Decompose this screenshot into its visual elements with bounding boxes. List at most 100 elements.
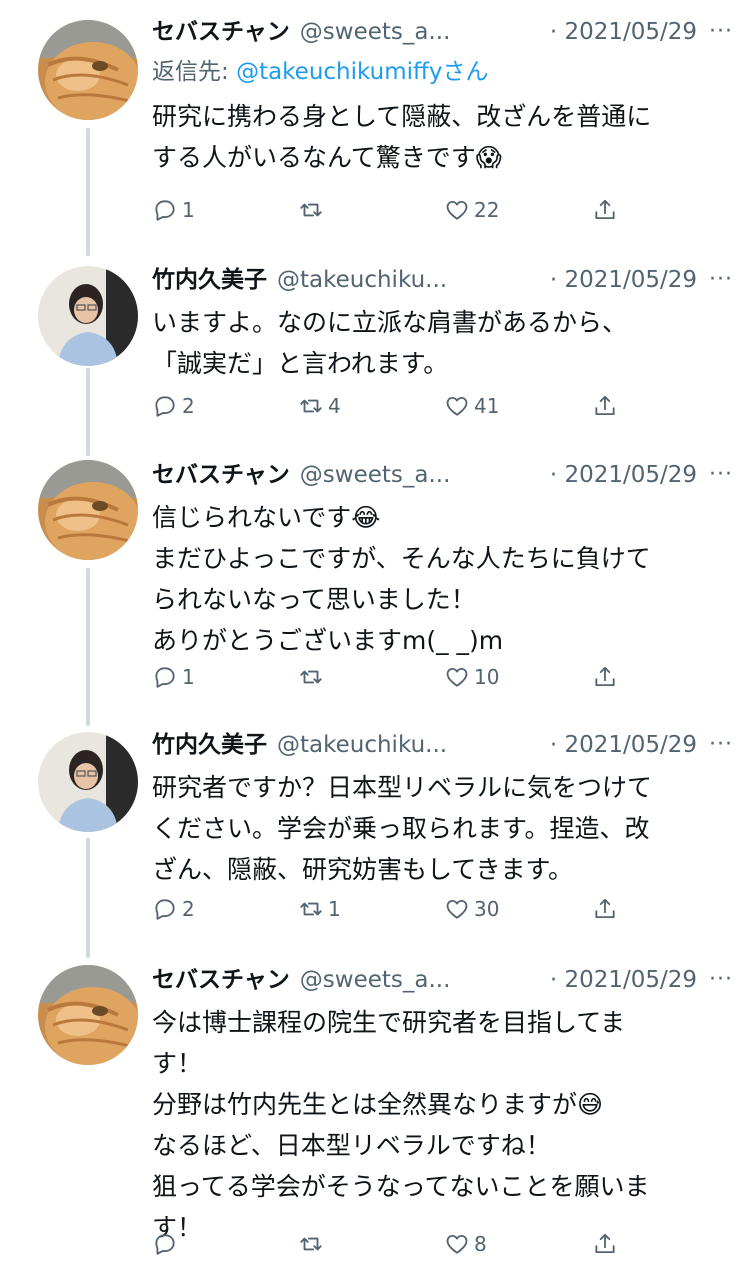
author-handle[interactable]: @takeuchiku... [277, 725, 550, 765]
share-icon [595, 199, 615, 220]
share-icon [595, 666, 615, 687]
author-handle[interactable]: @takeuchiku... [277, 260, 550, 300]
share-button[interactable] [592, 659, 622, 695]
retweet-button[interactable]: 4 [298, 388, 341, 424]
cat-avatar-image [38, 460, 138, 560]
tweet-date[interactable]: · 2021/05/29 [550, 455, 697, 495]
cat-avatar-image [38, 965, 138, 1065]
reply-icon [155, 667, 175, 688]
retweet-icon [300, 902, 322, 916]
share-button[interactable] [592, 891, 622, 927]
share-button[interactable] [592, 1226, 622, 1262]
share-button[interactable] [592, 192, 622, 228]
share-icon [595, 898, 615, 919]
author-name[interactable]: 竹内久美子 [152, 260, 267, 300]
retweet-icon [300, 1237, 322, 1251]
tweet-actions: 8 [152, 1226, 733, 1262]
more-icon[interactable]: ··· [709, 960, 733, 1000]
tweet[interactable]: セバスチャン @sweets_a... · 2021/05/29 ··· 今は博… [0, 960, 755, 1280]
tweet-date[interactable]: · 2021/05/29 [550, 725, 697, 765]
like-count: 10 [474, 665, 500, 689]
tweet-actions: 1 22 [152, 192, 733, 228]
reply-icon [155, 899, 175, 920]
author-handle[interactable]: @sweets_a... [300, 960, 550, 1000]
tweet-date[interactable]: · 2021/05/29 [550, 960, 697, 1000]
like-count: 30 [474, 897, 500, 921]
reply-button[interactable]: 1 [152, 192, 195, 228]
tweet-text: 研究者ですか？日本型リベラルに気をつけて ください。学会が乗っ取られます。捏造、… [152, 773, 653, 884]
more-icon[interactable]: ··· [709, 260, 733, 300]
reply-count: 1 [182, 198, 195, 222]
avatar[interactable] [38, 266, 138, 366]
tweet[interactable]: セバスチャン @sweets_a... · 2021/05/29 ··· 信じら… [0, 455, 755, 725]
tweet[interactable]: 竹内久美子 @takeuchiku... · 2021/05/29 ··· 研究… [0, 725, 755, 960]
avatar[interactable] [38, 965, 138, 1065]
avatar[interactable] [38, 732, 138, 832]
reply-to-suffix: さん [442, 59, 489, 85]
heart-icon [446, 396, 468, 416]
author-name[interactable]: セバスチャン [152, 12, 290, 52]
reply-button[interactable]: 1 [152, 659, 195, 695]
tweet-text: いますよ。なのに立派な肩書があるから、 「誠実だ」と言われます。 [152, 308, 628, 378]
reply-to-mention[interactable]: @takeuchikumiffy [236, 59, 442, 85]
more-icon[interactable]: ··· [709, 725, 733, 765]
tweet-text: 研究に携わる身として隠蔽、改ざんを普通に する人がいるなんて驚きです😱 [152, 102, 652, 172]
more-icon[interactable]: ··· [709, 12, 733, 52]
author-handle[interactable]: @sweets_a... [300, 12, 550, 52]
reply-icon [155, 1234, 175, 1255]
retweet-button[interactable] [298, 192, 328, 228]
reply-to-label: 返信先: [152, 59, 237, 85]
author-name[interactable]: セバスチャン [152, 455, 290, 495]
woman-avatar-image [38, 732, 138, 832]
reply-count: 2 [182, 394, 195, 418]
tweet-text: 今は博士課程の院生で研究者を目指してま す！ 分野は竹内先生とは全然異なりますが… [152, 1008, 650, 1242]
tweet-actions: 2 4 41 [152, 388, 733, 424]
more-icon[interactable]: ··· [709, 455, 733, 495]
like-button[interactable]: 10 [444, 659, 499, 695]
avatar[interactable] [38, 460, 138, 560]
retweet-icon [300, 399, 322, 413]
reply-icon [155, 396, 175, 417]
tweet[interactable]: 竹内久美子 @takeuchiku... · 2021/05/29 ··· いま… [0, 250, 755, 455]
author-name[interactable]: セバスチャン [152, 960, 290, 1000]
avatar[interactable] [38, 20, 138, 120]
tweet-text: 信じられないです😂 まだひよっこですが、そんな人たちに負けて られないなって思い… [152, 503, 651, 655]
reply-count: 1 [182, 665, 195, 689]
retweet-icon [300, 670, 322, 684]
heart-icon [446, 667, 468, 687]
like-button[interactable]: 41 [444, 388, 499, 424]
share-button[interactable] [592, 388, 622, 424]
like-button[interactable]: 30 [444, 891, 499, 927]
retweet-button[interactable] [298, 659, 328, 695]
cat-avatar-image [38, 20, 138, 120]
heart-icon [446, 899, 468, 919]
reply-count: 2 [182, 897, 195, 921]
heart-icon [446, 1234, 468, 1254]
reply-button[interactable]: 2 [152, 388, 195, 424]
reply-button[interactable] [152, 1226, 182, 1262]
tweet-date[interactable]: · 2021/05/29 [550, 12, 697, 52]
retweet-button[interactable]: 1 [298, 891, 341, 927]
like-count: 41 [474, 394, 500, 418]
author-handle[interactable]: @sweets_a... [300, 455, 550, 495]
heart-icon [446, 200, 468, 220]
reply-to-line: 返信先: @takeuchikumiffyさん [152, 54, 733, 90]
reply-button[interactable]: 2 [152, 891, 195, 927]
share-icon [595, 395, 615, 416]
tweet-actions: 1 10 [152, 659, 733, 695]
retweet-count: 4 [328, 394, 341, 418]
tweet-date[interactable]: · 2021/05/29 [550, 260, 697, 300]
share-icon [595, 1233, 615, 1254]
like-count: 8 [474, 1232, 487, 1256]
tweet[interactable]: セバスチャン @sweets_a... · 2021/05/29 ··· 返信先… [0, 0, 755, 250]
reply-icon [155, 200, 175, 221]
retweet-icon [300, 203, 322, 217]
like-count: 22 [474, 198, 500, 222]
like-button[interactable]: 22 [444, 192, 499, 228]
retweet-count: 1 [328, 897, 341, 921]
author-name[interactable]: 竹内久美子 [152, 725, 267, 765]
woman-avatar-image [38, 266, 138, 366]
like-button[interactable]: 8 [444, 1226, 487, 1262]
retweet-button[interactable] [298, 1226, 328, 1262]
tweet-actions: 2 1 30 [152, 891, 733, 927]
